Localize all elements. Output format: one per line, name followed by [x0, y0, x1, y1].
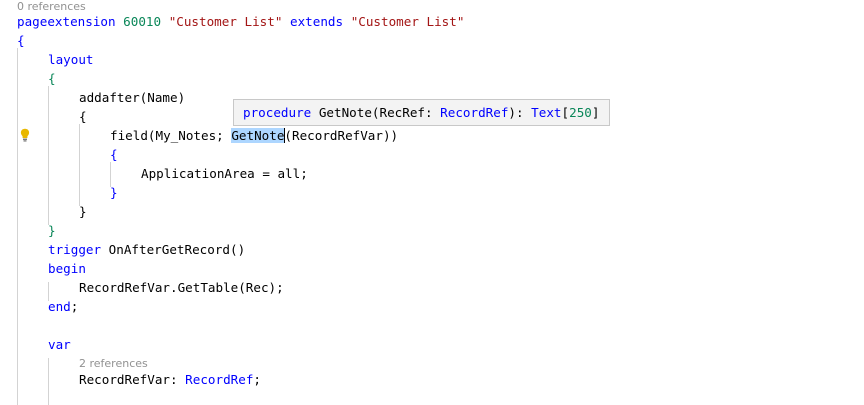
keyword: extends: [290, 14, 344, 29]
code-line-11: }: [79, 204, 87, 219]
indent-guide: [48, 358, 49, 405]
code-line-13: trigger OnAfterGetRecord(): [48, 240, 245, 259]
codelens-references[interactable]: 2 references: [79, 357, 148, 370]
code-line-15: RecordRefVar.GetTable(Rec);: [79, 280, 284, 295]
bracket: ]: [591, 105, 600, 120]
code-line-6: {: [79, 109, 87, 124]
code-line-9: ApplicationArea = all;: [141, 166, 308, 181]
bracket: [: [561, 105, 570, 120]
arguments: (Name): [139, 90, 186, 105]
trigger-name: OnAfterGetRecord(): [108, 242, 246, 257]
variable-name: RecordRefVar:: [79, 372, 186, 387]
code-line-8: {: [110, 147, 118, 162]
indent-guide: [79, 124, 80, 206]
code-line-2: {: [17, 33, 25, 48]
string-literal: "Customer List": [350, 14, 465, 29]
signature-text: GetNote(RecRef:: [318, 105, 441, 120]
signature-text: ):: [508, 105, 532, 120]
arguments: (RecordRefVar)): [284, 128, 399, 143]
type-name: RecordRef: [185, 372, 254, 387]
selected-text[interactable]: GetNote: [231, 128, 285, 143]
keyword: pageextension: [17, 14, 116, 29]
code-line-14: begin: [48, 261, 86, 276]
keyword: end: [48, 299, 71, 314]
type-name: RecordRef: [440, 105, 509, 120]
code-line-12: }: [48, 223, 56, 238]
type-name: Text: [531, 105, 562, 120]
string-literal: "Customer List": [168, 14, 283, 29]
code-line-16: end;: [48, 297, 78, 316]
code-line-10: }: [110, 185, 118, 200]
hover-tooltip: procedure GetNote(RecRef: RecordRef): Te…: [233, 99, 610, 126]
indent-guide: [17, 48, 18, 405]
arguments: (My_Notes;: [147, 128, 232, 143]
number-literal: 250: [569, 105, 592, 120]
function-name: addafter: [79, 90, 140, 105]
lightbulb-icon[interactable]: [20, 128, 30, 142]
punctuation: ;: [253, 372, 261, 387]
code-line-1: pageextension 60010 "Customer List" exte…: [17, 12, 464, 31]
code-line-18: RecordRefVar: RecordRef;: [79, 370, 261, 389]
code-line-4: {: [48, 71, 56, 86]
keyword: procedure: [243, 105, 312, 120]
code-editor[interactable]: 0 references pageextension 60010 "Custom…: [0, 0, 864, 405]
number-literal: 60010: [123, 14, 162, 29]
code-line-5: addafter(Name): [79, 88, 185, 107]
indent-guide: [48, 86, 49, 225]
keyword: trigger: [48, 242, 102, 257]
code-line-3: layout: [48, 52, 94, 67]
punctuation: ;: [70, 299, 79, 314]
function-name: field: [110, 128, 148, 143]
code-line-17: var: [48, 337, 71, 352]
code-line-7: field(My_Notes; GetNote(RecordRefVar)): [110, 126, 398, 145]
